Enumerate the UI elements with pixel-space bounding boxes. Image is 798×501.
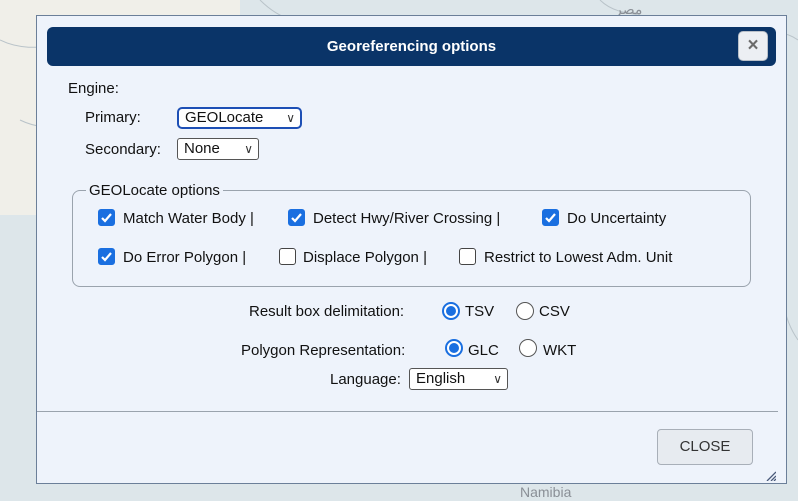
map-label: Namibia xyxy=(520,484,572,500)
checkbox-checked-icon xyxy=(101,213,112,223)
do-error-polygon-checkbox[interactable] xyxy=(98,248,115,265)
language-select[interactable]: English ∨ xyxy=(409,368,508,390)
displace-polygon-label: Displace Polygon | xyxy=(303,249,427,266)
secondary-label: Secondary: xyxy=(85,141,161,158)
detect-hwy-river-crossing-label: Detect Hwy/River Crossing | xyxy=(313,210,501,227)
georeferencing-dialog: Georeferencing options × Engine: Primary… xyxy=(36,15,787,484)
polygon-glc-label: GLC xyxy=(468,342,499,359)
secondary-engine-value: None xyxy=(184,140,220,157)
engine-label: Engine: xyxy=(68,80,119,97)
close-icon[interactable]: × xyxy=(738,31,768,61)
primary-engine-select[interactable]: GEOLocate ∨ xyxy=(177,107,302,129)
delimitation-tsv-label: TSV xyxy=(465,303,495,320)
chevron-down-icon: ∨ xyxy=(244,142,253,156)
close-button[interactable]: CLOSE xyxy=(657,429,753,465)
checkbox-checked-icon xyxy=(291,213,302,223)
polygon-wkt-radio[interactable] xyxy=(519,339,537,357)
checkbox-checked-icon xyxy=(545,213,556,223)
polygon-glc-radio[interactable] xyxy=(445,339,463,357)
delimitation-csv-radio[interactable] xyxy=(516,302,534,320)
primary-engine-value: GEOLocate xyxy=(185,109,264,126)
do-uncertainty-checkbox[interactable] xyxy=(542,209,559,226)
delimitation-label: Result box delimitation: xyxy=(249,303,405,320)
chevron-down-icon: ∨ xyxy=(286,111,295,125)
restrict-lowest-adm-unit-label: Restrict to Lowest Adm. Unit xyxy=(484,249,673,266)
primary-label: Primary: xyxy=(85,109,141,126)
language-value: English xyxy=(416,370,466,387)
match-water-body-checkbox[interactable] xyxy=(98,209,115,226)
polygon-wkt-label: WKT xyxy=(543,342,577,359)
dialog-titlebar[interactable]: Georeferencing options xyxy=(47,27,776,66)
displace-polygon-checkbox[interactable] xyxy=(279,248,296,265)
match-water-body-label: Match Water Body | xyxy=(123,210,254,227)
polygon-representation-label: Polygon Representation: xyxy=(241,342,406,359)
secondary-engine-select[interactable]: None ∨ xyxy=(177,138,259,160)
resize-grip-icon[interactable] xyxy=(766,471,776,481)
detect-hwy-river-crossing-checkbox[interactable] xyxy=(288,209,305,226)
checkbox-checked-icon xyxy=(101,252,112,262)
delimitation-csv-label: CSV xyxy=(539,303,570,320)
restrict-lowest-adm-unit-checkbox[interactable] xyxy=(459,248,476,265)
delimitation-tsv-radio[interactable] xyxy=(442,302,460,320)
chevron-down-icon: ∨ xyxy=(493,372,502,386)
geolocate-options-group: GEOLocate options xyxy=(72,182,751,287)
do-error-polygon-label: Do Error Polygon | xyxy=(123,249,247,266)
language-label: Language: xyxy=(330,371,401,388)
do-uncertainty-label: Do Uncertainty xyxy=(567,210,667,227)
dialog-divider xyxy=(37,411,778,412)
geolocate-options-legend: GEOLocate options xyxy=(89,182,220,199)
dialog-title: Georeferencing options xyxy=(326,38,497,55)
